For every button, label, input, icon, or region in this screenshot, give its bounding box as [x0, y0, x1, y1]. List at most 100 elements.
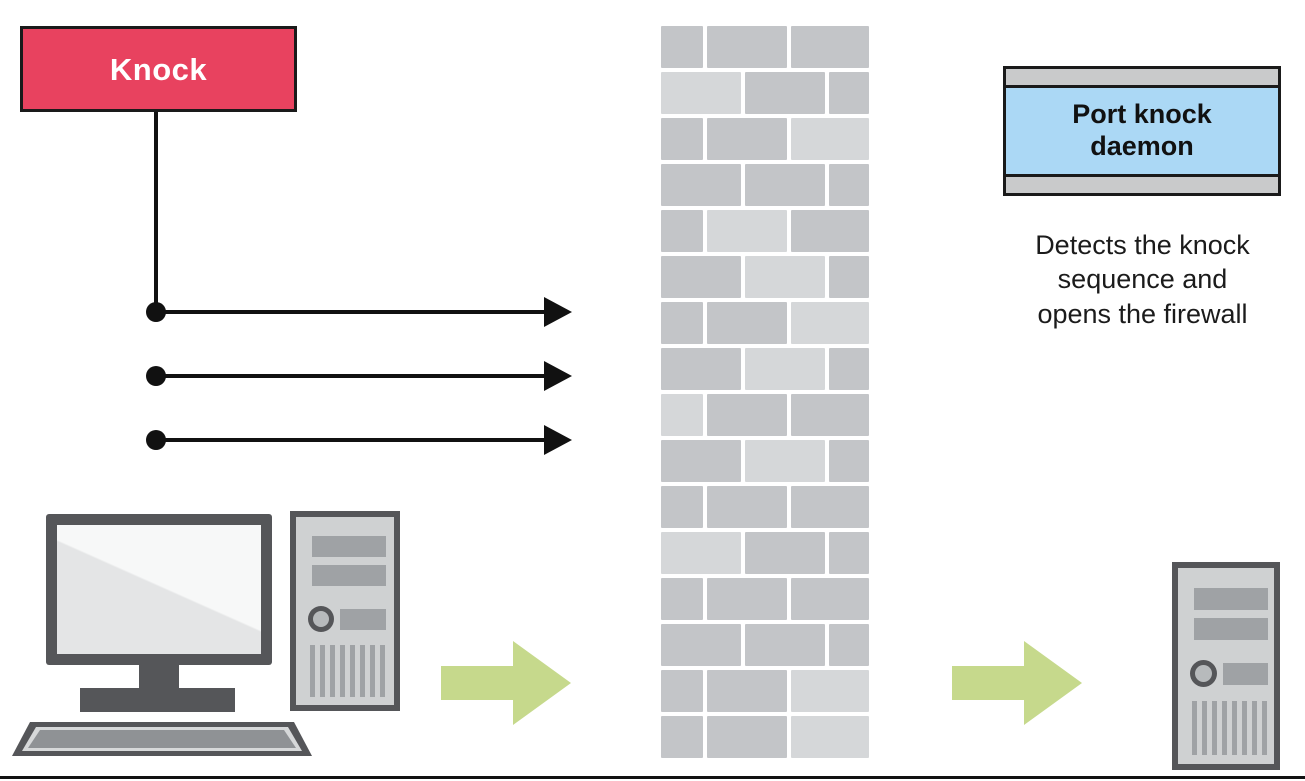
- brick: [791, 118, 869, 160]
- brick: [829, 532, 869, 574]
- brick: [829, 164, 869, 206]
- server-tower-vent: [1202, 701, 1207, 755]
- brick: [707, 210, 787, 252]
- firewall-brick-wall: [659, 24, 871, 758]
- daemon-box-label-line2: daemon: [1090, 131, 1194, 161]
- server-tower-vent: [1242, 701, 1247, 755]
- server-tower-vent: [1252, 701, 1257, 755]
- knock-arrow-2-head: [544, 361, 572, 391]
- daemon-box-body: Port knock daemon: [1006, 88, 1278, 174]
- port-knock-daemon-box: Port knock daemon: [1003, 66, 1281, 196]
- brick: [791, 716, 869, 758]
- flow-arrow-left-icon: [441, 641, 571, 725]
- knock-box-label: Knock: [109, 51, 208, 87]
- brick: [707, 716, 787, 758]
- brick: [829, 348, 869, 390]
- brick: [707, 26, 787, 68]
- server-tower-vent: [1192, 701, 1197, 755]
- brick: [661, 394, 703, 436]
- brick: [707, 670, 787, 712]
- brick: [661, 164, 741, 206]
- flow-arrow-right-icon: [952, 641, 1082, 725]
- server-tower-vent: [1222, 701, 1227, 755]
- daemon-box-label: Port knock daemon: [1072, 99, 1212, 163]
- daemon-caption: Detects the knock sequence and opens the…: [1000, 228, 1285, 331]
- brick: [707, 578, 787, 620]
- brick: [745, 532, 825, 574]
- brick: [661, 72, 741, 114]
- brick: [661, 716, 703, 758]
- brick: [661, 578, 703, 620]
- server-tower-power-led: [1195, 665, 1212, 682]
- client-tower-vent: [360, 645, 365, 697]
- bottom-divider: [0, 776, 1305, 779]
- daemon-caption-line3: opens the firewall: [1037, 298, 1248, 329]
- monitor-screen-glare: [57, 525, 261, 654]
- brick: [661, 624, 741, 666]
- brick: [661, 670, 703, 712]
- client-tower-bay-2: [312, 565, 386, 586]
- brick: [745, 164, 825, 206]
- server-tower-icon: [1172, 562, 1280, 770]
- brick: [745, 72, 825, 114]
- client-tower-bay-1: [312, 536, 386, 557]
- daemon-caption-line2: sequence and: [1057, 264, 1228, 295]
- brick: [661, 256, 741, 298]
- brick: [661, 348, 741, 390]
- brick: [661, 302, 703, 344]
- brick: [745, 348, 825, 390]
- client-tower-vent: [340, 645, 345, 697]
- brick: [707, 302, 787, 344]
- brick: [791, 670, 869, 712]
- brick: [829, 256, 869, 298]
- knock-arrow-1-line: [156, 310, 546, 314]
- brick: [791, 394, 869, 436]
- brick: [661, 486, 703, 528]
- brick: [661, 118, 703, 160]
- brick: [829, 624, 869, 666]
- daemon-box-bottom-band: [1006, 174, 1278, 193]
- brick: [661, 532, 741, 574]
- server-tower-vent: [1262, 701, 1267, 755]
- monitor-screen: [57, 525, 261, 654]
- brick: [661, 210, 703, 252]
- server-tower-vent: [1212, 701, 1217, 755]
- knock-arrow-2-line: [156, 374, 546, 378]
- brick: [791, 486, 869, 528]
- brick: [829, 72, 869, 114]
- monitor-stand-base: [80, 688, 235, 712]
- brick: [745, 624, 825, 666]
- diagram-canvas: Knock Port knock daemon Detects the knoc…: [0, 0, 1305, 781]
- daemon-caption-line1: Detects the knock: [1035, 230, 1250, 260]
- monitor-stand-neck: [139, 663, 179, 690]
- client-tower-power-led: [313, 611, 329, 627]
- keyboard-icon: [12, 722, 312, 756]
- knock-box-connector-line: [154, 112, 158, 312]
- client-tower-vent: [320, 645, 325, 697]
- daemon-box-label-line1: Port knock: [1072, 99, 1212, 130]
- daemon-box-top-band: [1006, 69, 1278, 88]
- knock-box: Knock: [20, 26, 297, 112]
- brick: [661, 440, 741, 482]
- monitor-icon: [46, 514, 272, 665]
- brick: [829, 440, 869, 482]
- server-tower-power-button: [1190, 660, 1217, 687]
- client-tower-vent: [380, 645, 385, 697]
- brick: [791, 302, 869, 344]
- knock-arrow-3-head: [544, 425, 572, 455]
- client-tower-vent: [310, 645, 315, 697]
- server-tower-bay-3: [1223, 663, 1268, 685]
- brick: [707, 486, 787, 528]
- client-tower-bay-3: [340, 609, 386, 630]
- server-tower-bay-2: [1194, 618, 1268, 640]
- brick: [707, 118, 787, 160]
- knock-arrow-3-line: [156, 438, 546, 442]
- client-tower-power-button: [308, 606, 334, 632]
- client-tower-vent: [350, 645, 355, 697]
- knock-arrow-1-head: [544, 297, 572, 327]
- brick: [745, 440, 825, 482]
- client-tower-vent: [330, 645, 335, 697]
- server-tower-bay-1: [1194, 588, 1268, 610]
- client-tower-icon: [290, 511, 400, 711]
- brick: [707, 394, 787, 436]
